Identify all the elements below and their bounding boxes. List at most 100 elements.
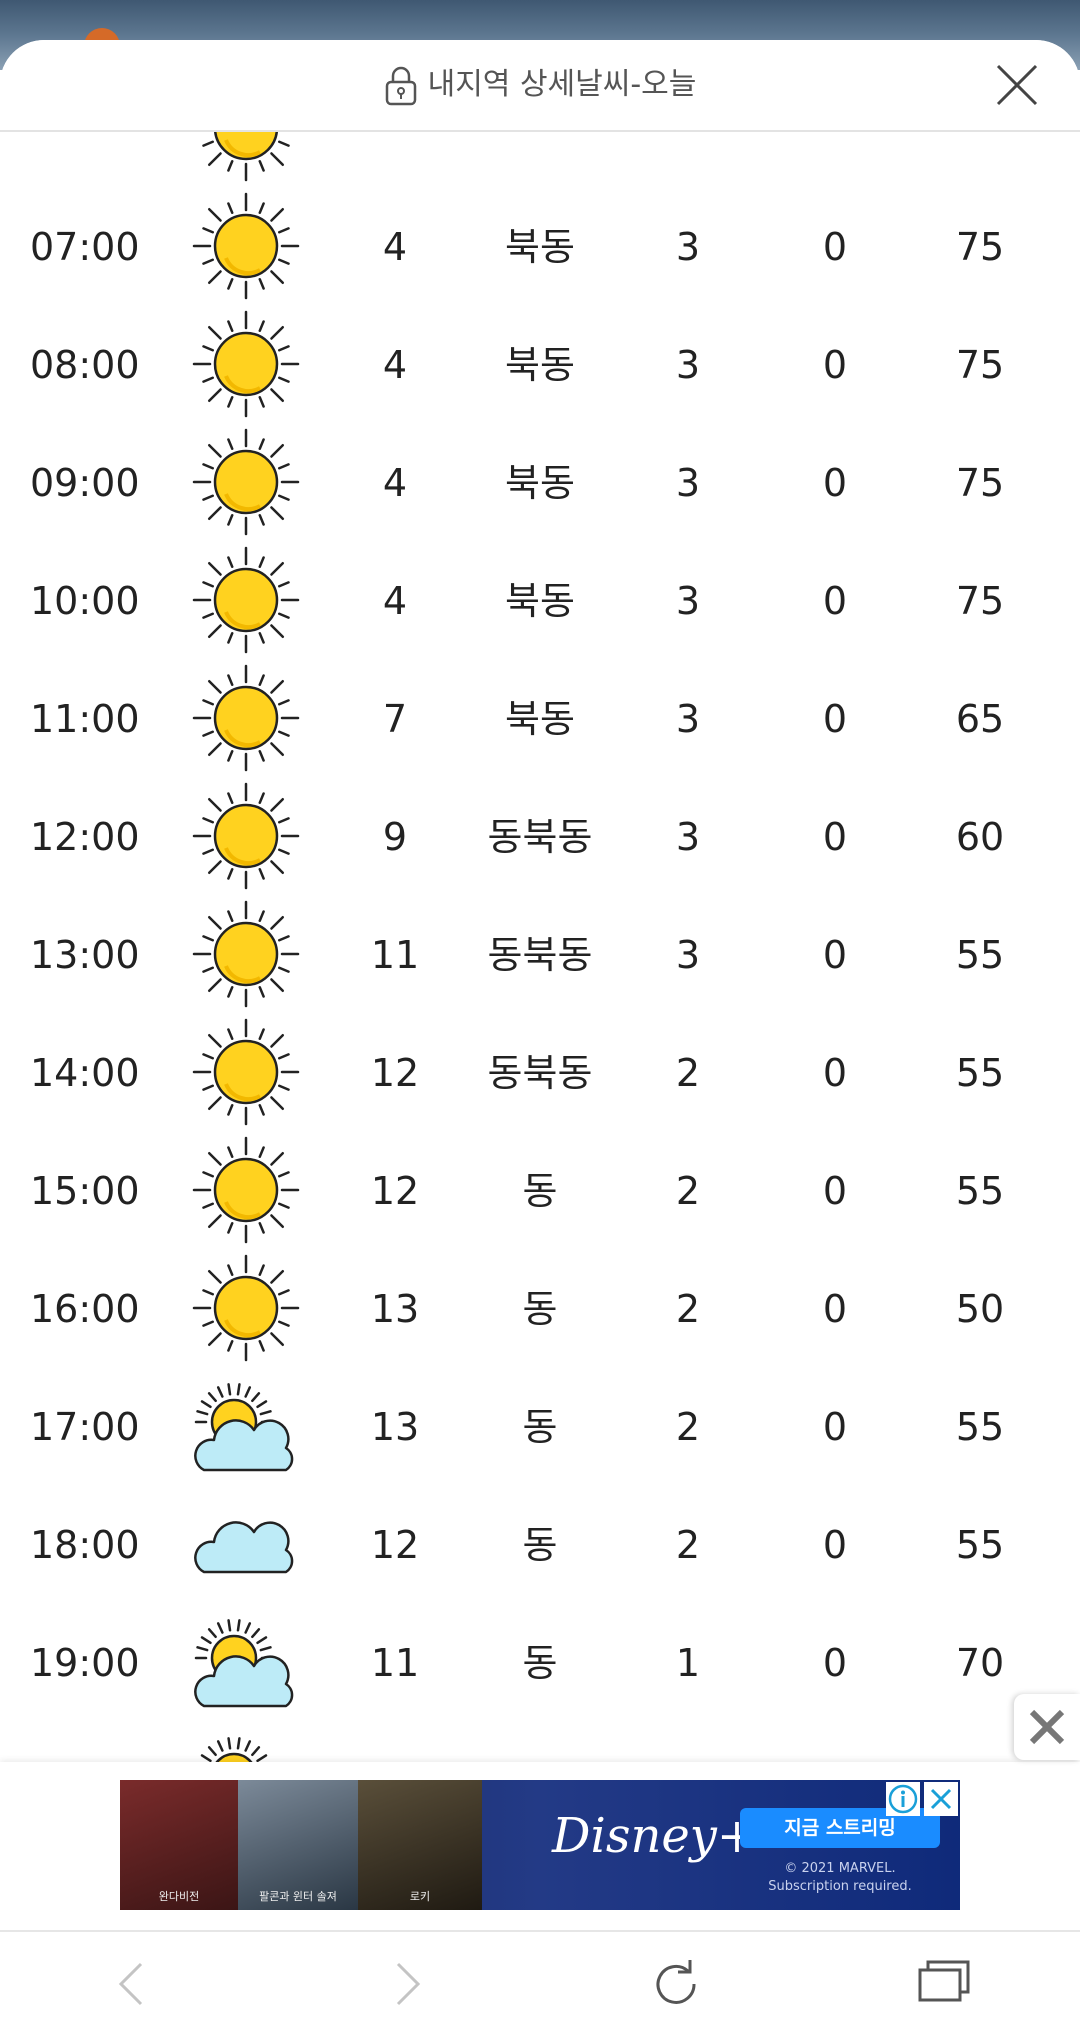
close-icon[interactable]: [994, 62, 1040, 108]
wind-speed-cell: 2: [675, 1523, 701, 1567]
precipitation-cell: [785, 132, 885, 188]
wind-direction-cell: 북동: [505, 343, 575, 387]
wind-direction-cell: 동: [522, 1523, 558, 1567]
sunny-icon: [190, 1250, 302, 1368]
temperature-cell: 4: [382, 579, 408, 623]
ad-legal-text: © 2021 MARVEL. Subscription required.: [740, 1860, 940, 1896]
temperature-cell: 4: [382, 343, 408, 387]
humidity-cell: 75: [955, 225, 1005, 269]
back-arrow-icon[interactable]: [105, 1956, 161, 2012]
precipitation-cell: 0: [822, 1641, 848, 1685]
forecast-row: 12:00 9 동북동 3 0 60: [0, 778, 1080, 896]
hourly-forecast-list[interactable]: 07:00 4 북동 3 0 75 08:00 4 북동 3 0 75 09:00 4 북동 3 0 75 10:0…: [0, 132, 1080, 1802]
sunny-icon: [190, 1014, 302, 1132]
humidity-cell: 55: [955, 1405, 1005, 1449]
precipitation-cell: 0: [822, 1169, 848, 1213]
ad-close-button[interactable]: [1014, 1694, 1080, 1760]
forecast-row: 08:00 4 북동 3 0 75: [0, 306, 1080, 424]
partly-cloudy-icon: [190, 1368, 302, 1486]
forecast-row: 16:00 13 동 2 0 50: [0, 1250, 1080, 1368]
wind-speed-cell: 3: [675, 579, 701, 623]
time-cell: 14:00: [30, 1051, 140, 1095]
precipitation-cell: 0: [822, 1051, 848, 1095]
wind-direction-cell: 북동: [505, 225, 575, 269]
forward-arrow-icon[interactable]: [378, 1956, 434, 2012]
wind-speed-cell: [638, 132, 738, 188]
humidity-cell: 55: [955, 1051, 1005, 1095]
wind-direction-cell: 동: [522, 1287, 558, 1331]
humidity-cell: 75: [955, 343, 1005, 387]
sunny-icon: [190, 424, 302, 542]
tabs-icon[interactable]: [916, 1956, 972, 2012]
precipitation-cell: 0: [822, 815, 848, 859]
ad-caption: 로키: [409, 1890, 431, 1903]
humidity-cell: [930, 132, 1030, 188]
wind-speed-cell: 2: [675, 1287, 701, 1331]
wind-speed-cell: 2: [675, 1051, 701, 1095]
ad-caption: 팔콘과 윈터 솔져: [259, 1890, 337, 1903]
forecast-row: [0, 132, 1080, 188]
temperature-cell: 4: [382, 461, 408, 505]
forecast-row: 09:00 4 북동 3 0 75: [0, 424, 1080, 542]
precipitation-cell: 0: [822, 1405, 848, 1449]
ad-dismiss-icon[interactable]: [924, 1782, 958, 1816]
forecast-row: 18:00 12 동 2 0 55: [0, 1486, 1080, 1604]
sunny-icon: [190, 660, 302, 778]
ad-legal-line: Subscription required.: [768, 1879, 912, 1894]
browser-navbar: [0, 1930, 1080, 2034]
sunny-icon: [190, 132, 302, 188]
humidity-cell: 75: [955, 579, 1005, 623]
ad-info-icon[interactable]: [886, 1782, 920, 1816]
disney-plus-ad-banner[interactable]: 완다비전 팔콘과 윈터 솔져 로키 Disney+ 지금 스트리밍 © 2021…: [120, 1780, 960, 1910]
precipitation-cell: 0: [822, 1523, 848, 1567]
forecast-row: 14:00 12 동북동 2 0 55: [0, 1014, 1080, 1132]
partly-cloudy-icon: [190, 1604, 302, 1722]
title-wrap: 내지역 상세날씨-오늘: [0, 62, 1080, 108]
wind-direction-cell: 북동: [505, 697, 575, 741]
forecast-row: 15:00 12 동 2 0 55: [0, 1132, 1080, 1250]
humidity-cell: 75: [955, 461, 1005, 505]
temperature-cell: 7: [382, 697, 408, 741]
temperature-cell: 12: [370, 1051, 420, 1095]
page-title: 내지역 상세날씨-오늘: [427, 67, 697, 102]
sheet-header: 내지역 상세날씨-오늘: [0, 40, 1080, 132]
wind-direction-cell: 북동: [505, 461, 575, 505]
time-cell: 13:00: [30, 933, 140, 977]
ad-caption: 완다비전: [158, 1890, 200, 1903]
wind-speed-cell: 1: [675, 1641, 701, 1685]
wind-speed-cell: 2: [675, 1405, 701, 1449]
sunny-icon: [190, 778, 302, 896]
sunny-icon: [190, 188, 302, 306]
temperature-cell: 12: [370, 1169, 420, 1213]
temperature-cell: 4: [382, 225, 408, 269]
wind-speed-cell: 3: [675, 461, 701, 505]
precipitation-cell: 0: [822, 697, 848, 741]
refresh-icon[interactable]: [648, 1956, 704, 2012]
ad-area: 완다비전 팔콘과 윈터 솔져 로키 Disney+ 지금 스트리밍 © 2021…: [0, 1762, 1080, 1930]
precipitation-cell: 0: [822, 933, 848, 977]
wind-direction-cell: 동북동: [487, 815, 593, 859]
ad-legal-line: © 2021 MARVEL.: [784, 1861, 896, 1876]
cloudy-icon: [190, 1486, 302, 1604]
close-x-icon: [1029, 1709, 1065, 1745]
forecast-row: 19:00 11 동 1 0 70: [0, 1604, 1080, 1722]
time-cell: 16:00: [30, 1287, 140, 1331]
precipitation-cell: 0: [822, 343, 848, 387]
wind-speed-cell: 3: [675, 225, 701, 269]
temperature-cell: 9: [382, 815, 408, 859]
weather-detail-sheet: 내지역 상세날씨-오늘 07:00 4 북동 3 0 75 08:00 4 북동 3 0 75 09:0…: [0, 40, 1080, 2032]
temperature-cell: 13: [370, 1287, 420, 1331]
ad-character-image: 로키: [358, 1780, 482, 1910]
wind-speed-cell: 3: [675, 697, 701, 741]
time-cell: 18:00: [30, 1523, 140, 1567]
time-cell: 17:00: [30, 1405, 140, 1449]
time-cell: 09:00: [30, 461, 140, 505]
time-cell: 10:00: [30, 579, 140, 623]
wind-speed-cell: 3: [675, 343, 701, 387]
time-cell: 19:00: [30, 1641, 140, 1685]
wind-direction-cell: 동: [522, 1641, 558, 1685]
forecast-row: 11:00 7 북동 3 0 65: [0, 660, 1080, 778]
wind-direction-cell: 동: [522, 1169, 558, 1213]
temperature-cell: 11: [370, 933, 420, 977]
forecast-row: 07:00 4 북동 3 0 75: [0, 188, 1080, 306]
